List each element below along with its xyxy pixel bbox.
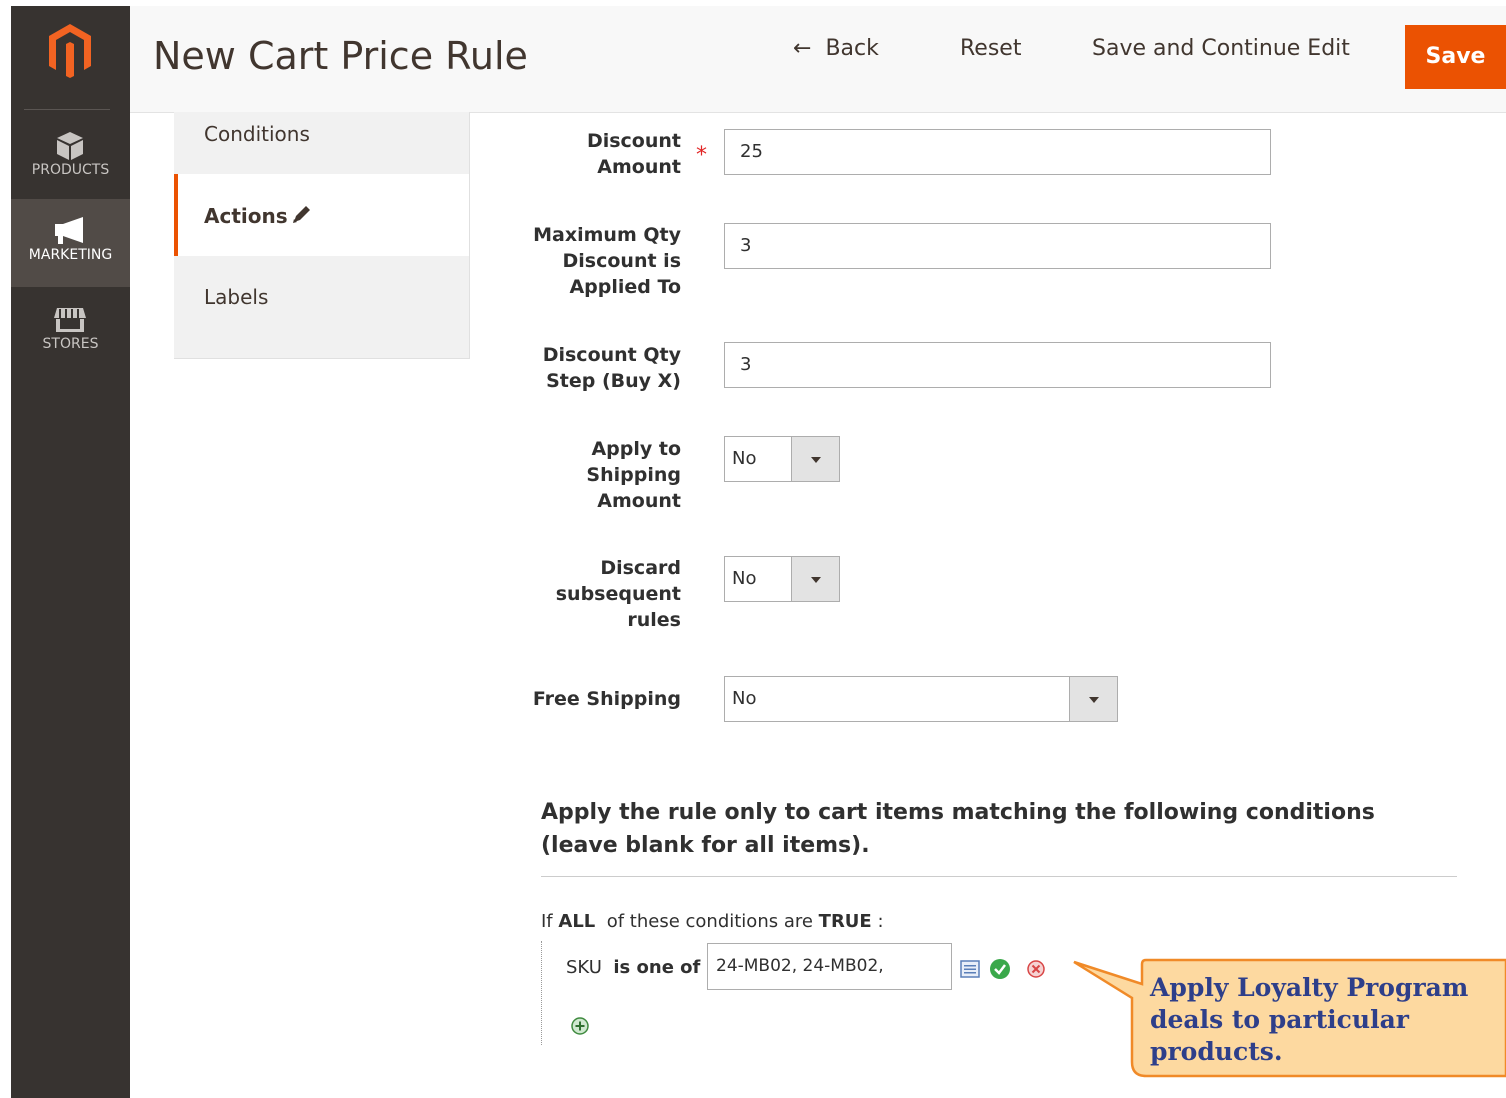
sku-value-input[interactable]: 24-MB02, 24-MB02, [707, 943, 952, 990]
magento-logo-icon [49, 24, 91, 78]
discard-rules-select[interactable]: No [724, 556, 840, 602]
section-divider [541, 876, 1457, 877]
magento-logo[interactable] [11, 20, 130, 84]
sidebar-item-label: PRODUCTS [31, 162, 110, 178]
remove-condition-icon[interactable] [1027, 960, 1045, 982]
sidebar-item-label: MARKETING [28, 247, 113, 263]
add-condition-icon[interactable] [571, 1017, 589, 1039]
sku-attribute[interactable]: SKU [566, 957, 602, 978]
conditions-intro: If ALL of these conditions are TRUE : [541, 911, 884, 932]
apply-check-icon[interactable] [989, 958, 1011, 984]
callout-text: Apply Loyalty Program deals to particula… [1150, 973, 1469, 1066]
back-button[interactable]: ← Back [793, 36, 879, 61]
rule-tabs: Conditions Actions Labels [174, 112, 470, 359]
save-button[interactable]: Save [1405, 25, 1506, 89]
max-qty-input[interactable]: 3 [724, 223, 1271, 269]
tab-labels[interactable]: Labels [174, 257, 469, 339]
select-value: No [732, 688, 757, 709]
chevron-down-icon [811, 457, 821, 463]
apply-shipping-select[interactable]: No [724, 436, 840, 482]
chevron-down-icon [1089, 697, 1099, 703]
box-icon [57, 132, 83, 160]
dropdown-button [791, 557, 839, 601]
dropdown-button [1069, 677, 1117, 721]
qty-step-input[interactable]: 3 [724, 342, 1271, 388]
sidebar-item-marketing[interactable]: MARKETING [11, 199, 130, 287]
sidebar-item-stores[interactable]: STORES [11, 288, 130, 376]
sidebar-item-products[interactable]: PRODUCTS [11, 114, 130, 202]
admin-sidebar: PRODUCTS MARKETING STORES [11, 6, 130, 1098]
store-icon [54, 308, 86, 332]
sku-condition-row: SKU is one of [566, 957, 700, 978]
tab-label: Labels [204, 285, 269, 309]
conditions-tree-line [541, 941, 544, 1045]
dropdown-button [791, 437, 839, 481]
sidebar-item-label: STORES [42, 336, 99, 352]
value-true-link[interactable]: TRUE [819, 911, 872, 932]
discount-amount-label: Discount Amount [586, 130, 681, 178]
free-shipping-select[interactable]: No [724, 676, 1118, 722]
conditions-heading: Apply the rule only to cart items matchi… [541, 800, 1375, 858]
tab-label: Conditions [204, 122, 310, 146]
arrow-left-icon: ← [793, 36, 812, 61]
required-asterisk: * [696, 143, 707, 168]
discard-rules-label: Discard subsequent rules [555, 557, 681, 631]
sku-operator-link[interactable]: is one of [613, 957, 700, 978]
pencil-icon [290, 204, 312, 231]
tab-label: Actions [204, 204, 288, 228]
page-header: New Cart Price Rule ← Back Reset Save and… [130, 6, 1506, 113]
max-qty-label: Maximum Qty Discount is Applied To [533, 224, 681, 298]
apply-shipping-label: Apply to Shipping Amount [586, 438, 681, 512]
free-shipping-label: Free Shipping [532, 688, 681, 710]
back-label: Back [825, 36, 879, 61]
chevron-down-icon [811, 577, 821, 583]
megaphone-icon [55, 217, 83, 244]
sidebar-divider [24, 109, 110, 110]
tab-actions[interactable]: Actions [174, 174, 469, 256]
discount-amount-input[interactable]: 25 [724, 129, 1271, 175]
select-value: No [732, 448, 757, 469]
qty-step-label: Discount Qty Step (Buy X) [542, 344, 681, 392]
select-value: No [732, 568, 757, 589]
chooser-list-icon[interactable] [960, 960, 980, 982]
page-title: New Cart Price Rule [153, 34, 528, 78]
aggregator-all-link[interactable]: ALL [558, 911, 595, 932]
reset-button[interactable]: Reset [960, 36, 1021, 61]
save-and-continue-button[interactable]: Save and Continue Edit [1092, 36, 1350, 61]
